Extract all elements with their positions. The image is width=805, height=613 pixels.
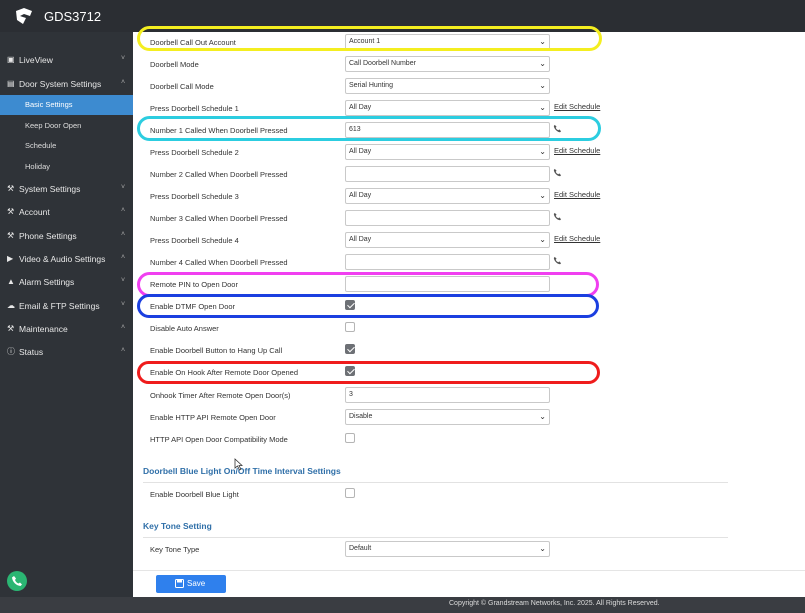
doorbell-schedule-3-select[interactable]: All Day ⌄ — [345, 188, 550, 204]
row-doorbell-call-mode: Doorbell Call Mode Serial Hunting ⌄ — [133, 76, 805, 98]
chevron-down-icon: ˅ — [121, 184, 126, 191]
divider — [143, 537, 728, 538]
section-title-key-tone: Key Tone Setting — [143, 521, 212, 531]
edit-schedule-3-link[interactable]: Edit Schedule — [554, 190, 600, 199]
chevron-up-icon: ˄ — [121, 324, 126, 331]
http-api-compat-checkbox[interactable] — [345, 433, 355, 443]
key-tone-type-select[interactable]: Default ⌄ — [345, 541, 550, 557]
row-press-doorbell-schedule-2: Press Doorbell Schedule 2 All Day ⌄ Edit … — [133, 142, 805, 164]
maintenance-icon: ⚒ — [7, 324, 15, 333]
alarm-icon: ▲ — [7, 277, 15, 286]
highlight-blue — [137, 294, 599, 318]
number-3-called-input[interactable] — [345, 210, 550, 226]
sidebar-item-status[interactable]: ⓘ Status ˄ — [0, 341, 133, 364]
divider — [143, 482, 728, 483]
footer: Copyright © Grandstream Networks, Inc. 2… — [0, 597, 805, 613]
highlight-red — [137, 361, 600, 384]
chevron-down-icon: ˅ — [121, 55, 126, 62]
door-icon: ▤ — [7, 79, 15, 88]
chevron-up-icon: ˄ — [121, 79, 126, 86]
sidebar-item-maintenance[interactable]: ⚒ Maintenance ˄ — [0, 318, 133, 341]
video-audio-icon: ▶ — [7, 254, 14, 263]
sidebar-item-liveview[interactable]: ▣ LiveView ˅ — [0, 49, 133, 72]
status-icon: ⓘ — [7, 347, 15, 356]
account-icon: ⚒ — [7, 207, 15, 216]
row-number-2-called: Number 2 Called When Doorbell Pressed — [133, 164, 805, 186]
highlight-yellow — [137, 26, 602, 51]
chevron-up-icon: ˄ — [121, 231, 126, 238]
sidebar-subitem-holiday[interactable]: Holiday — [0, 157, 133, 177]
phone-settings-icon: ⚒ — [7, 231, 15, 240]
http-api-remote-open-select[interactable]: Disable ⌄ — [345, 409, 550, 425]
mouse-cursor-icon — [234, 458, 243, 471]
row-http-api-remote-open: Enable HTTP API Remote Open Door Disable… — [133, 407, 805, 429]
sidebar-item-phone-settings[interactable]: ⚒ Phone Settings ˄ — [0, 225, 133, 248]
row-number-4-called: Number 4 Called When Doorbell Pressed — [133, 252, 805, 274]
row-number-3-called: Number 3 Called When Doorbell Pressed — [133, 208, 805, 230]
doorbell-mode-select[interactable]: Call Doorbell Number ⌄ — [345, 56, 550, 72]
doorbell-call-mode-select[interactable]: Serial Hunting ⌄ — [345, 78, 550, 94]
chevron-down-icon: ⌄ — [539, 191, 546, 200]
row-doorbell-blue-light: Enable Doorbell Blue Light — [133, 484, 805, 506]
chevron-up-icon: ˄ — [121, 207, 126, 214]
phone-call-icon — [12, 576, 22, 586]
doorbell-hang-up-checkbox[interactable] — [345, 344, 355, 354]
copyright-text: Copyright © Grandstream Networks, Inc. 2… — [449, 600, 660, 607]
app-title: GDS3712 — [44, 9, 102, 24]
sidebar-subitem-schedule[interactable]: Schedule — [0, 136, 133, 156]
doorbell-blue-light-checkbox[interactable] — [345, 488, 355, 498]
row-disable-auto-answer: Disable Auto Answer — [133, 318, 805, 340]
disable-auto-answer-checkbox[interactable] — [345, 322, 355, 332]
edit-schedule-2-link[interactable]: Edit Schedule — [554, 146, 600, 155]
edit-schedule-1-link[interactable]: Edit Schedule — [554, 102, 600, 111]
number-2-called-input[interactable] — [345, 166, 550, 182]
chevron-down-icon: ⌄ — [539, 544, 546, 553]
sidebar-item-alarm-settings[interactable]: ▲ Alarm Settings ˅ — [0, 271, 133, 294]
chevron-down-icon: ⌄ — [539, 412, 546, 421]
save-button[interactable]: Save — [156, 575, 226, 593]
row-doorbell-mode: Doorbell Mode Call Doorbell Number ⌄ — [133, 54, 805, 76]
settings-icon: ⚒ — [7, 184, 15, 193]
sidebar-subitem-basic-settings[interactable]: Basic Settings — [0, 95, 133, 115]
chevron-up-icon: ˄ — [121, 254, 126, 261]
row-http-api-compat: HTTP API Open Door Compatibility Mode — [133, 429, 805, 451]
email-icon: ☁ — [7, 301, 15, 310]
sidebar-item-email-ftp-settings[interactable]: ☁ Email & FTP Settings ˅ — [0, 295, 133, 318]
sidebar: ▣ LiveView ˅ ▤ Door System Settings ˄ Ba… — [0, 32, 133, 597]
chevron-down-icon: ⌄ — [539, 103, 546, 112]
phone-icon[interactable] — [553, 256, 562, 265]
chevron-down-icon: ⌄ — [539, 147, 546, 156]
sidebar-item-door-system-settings[interactable]: ▤ Door System Settings ˄ — [0, 73, 133, 96]
grandstream-logo-icon — [16, 8, 32, 24]
help-call-button[interactable] — [7, 571, 27, 591]
onhook-timer-input[interactable]: 3 — [345, 387, 550, 403]
chevron-down-icon: ˅ — [121, 277, 126, 284]
row-key-tone-type: Key Tone Type Default ⌄ — [133, 539, 805, 561]
row-press-doorbell-schedule-4: Press Doorbell Schedule 4 All Day ⌄ Edit … — [133, 230, 805, 252]
sidebar-item-system-settings[interactable]: ⚒ System Settings ˅ — [0, 178, 133, 201]
save-bar: Save — [133, 570, 805, 597]
row-press-doorbell-schedule-3: Press Doorbell Schedule 3 All Day ⌄ Edit … — [133, 186, 805, 208]
number-4-called-input[interactable] — [345, 254, 550, 270]
doorbell-schedule-4-select[interactable]: All Day ⌄ — [345, 232, 550, 248]
row-onhook-timer: Onhook Timer After Remote Open Door(s) 3 — [133, 385, 805, 407]
save-icon — [175, 579, 184, 588]
chevron-down-icon: ⌄ — [539, 59, 546, 68]
chevron-down-icon: ⌄ — [539, 81, 546, 90]
row-doorbell-hang-up: Enable Doorbell Button to Hang Up Call — [133, 340, 805, 362]
sidebar-item-account[interactable]: ⚒ Account ˄ — [0, 201, 133, 224]
edit-schedule-4-link[interactable]: Edit Schedule — [554, 234, 600, 243]
phone-icon[interactable] — [553, 168, 562, 177]
sidebar-subitem-keep-door-open[interactable]: Keep Door Open — [0, 116, 133, 136]
liveview-icon: ▣ — [7, 55, 15, 64]
chevron-up-icon: ˄ — [121, 347, 126, 354]
doorbell-schedule-1-select[interactable]: All Day ⌄ — [345, 100, 550, 116]
chevron-down-icon: ⌄ — [539, 235, 546, 244]
sidebar-item-video-audio-settings[interactable]: ▶ Video & Audio Settings ˄ — [0, 248, 133, 271]
doorbell-schedule-2-select[interactable]: All Day ⌄ — [345, 144, 550, 160]
highlight-cyan — [137, 116, 601, 141]
phone-icon[interactable] — [553, 212, 562, 221]
chevron-down-icon: ˅ — [121, 301, 126, 308]
